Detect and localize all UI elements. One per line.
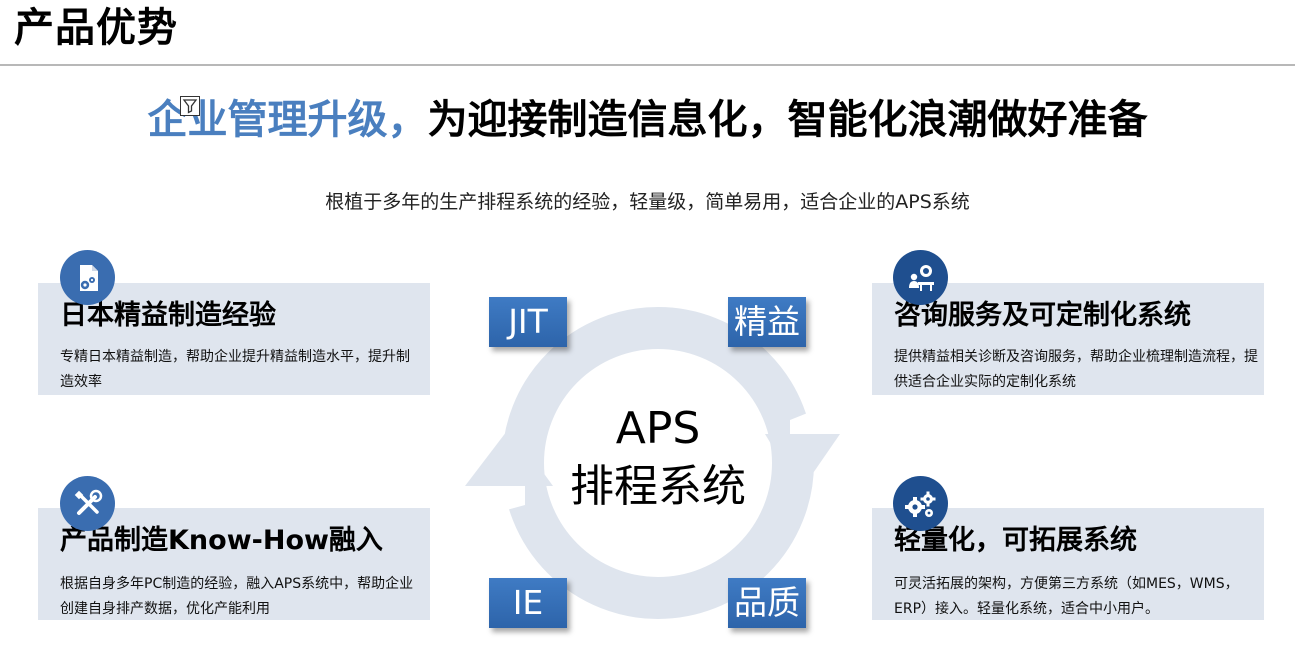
card-description: 根据自身多年PC制造的经验，融入APS系统中，帮助企业创建自身排产数据，优化产能… [60, 576, 414, 617]
consultant-icon [893, 250, 948, 305]
document-gear-icon [60, 250, 115, 305]
tag-quality: 品质 [728, 578, 806, 628]
tag-ie: IE [489, 578, 567, 628]
tag-lean: 精益 [728, 297, 806, 347]
card-description: 专精日本精益制造，帮助企业提升精益制造水平，提升制造效率 [60, 349, 410, 390]
card-title: 产品制造Know-How融入 [60, 525, 383, 556]
gears-icon [893, 476, 948, 531]
card-description: 提供精益相关诊断及咨询服务，帮助企业梳理制造流程，提供适合企业实际的定制化系统 [894, 349, 1258, 390]
tag-jit: JIT [489, 297, 567, 347]
card-description: 可灵活拓展的架构，方便第三方系统（如MES，WMS，ERP）接入。轻量化系统，适… [894, 576, 1239, 617]
tools-icon [60, 476, 115, 531]
center-label-system: 排程系统 [570, 461, 746, 512]
center-label-aps: APS [615, 403, 701, 454]
card-title: 咨询服务及可定制化系统 [894, 300, 1191, 331]
